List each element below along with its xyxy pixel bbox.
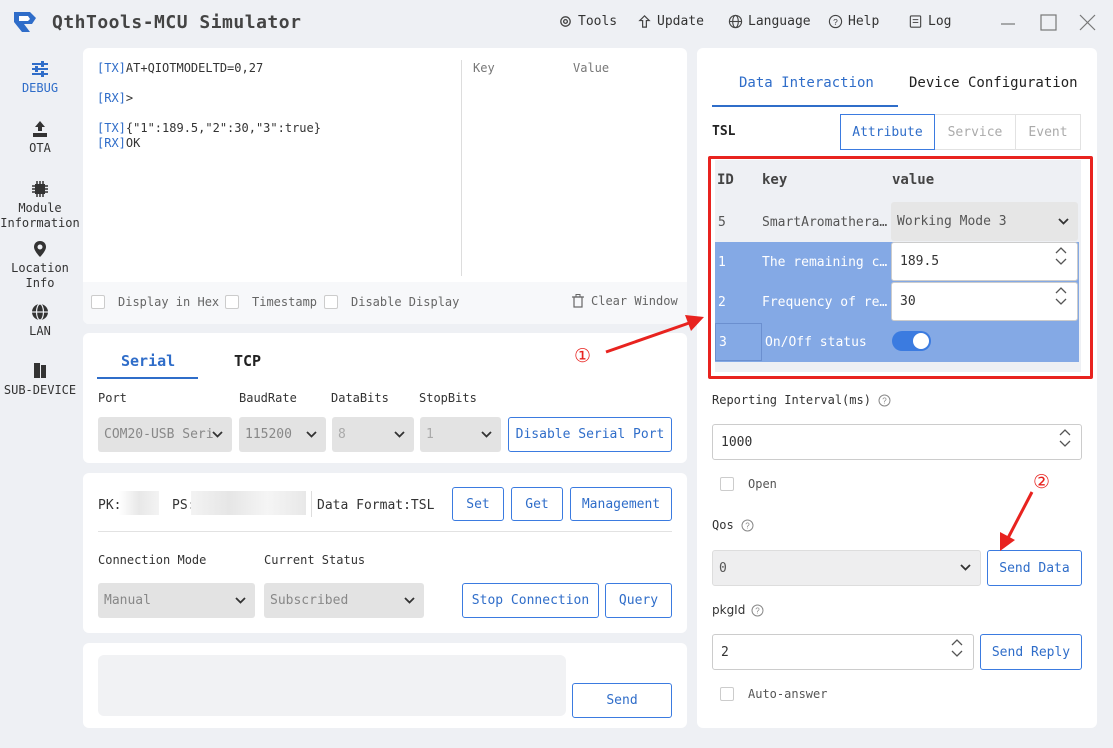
arrow-two-line xyxy=(1006,491,1034,539)
arrow-one-line xyxy=(605,320,693,354)
annotation-number-one: ① xyxy=(574,345,592,367)
arrow-two-head xyxy=(1000,532,1015,551)
annotation-arrows xyxy=(605,315,1034,551)
annotation-number-two: ② xyxy=(1033,471,1051,493)
